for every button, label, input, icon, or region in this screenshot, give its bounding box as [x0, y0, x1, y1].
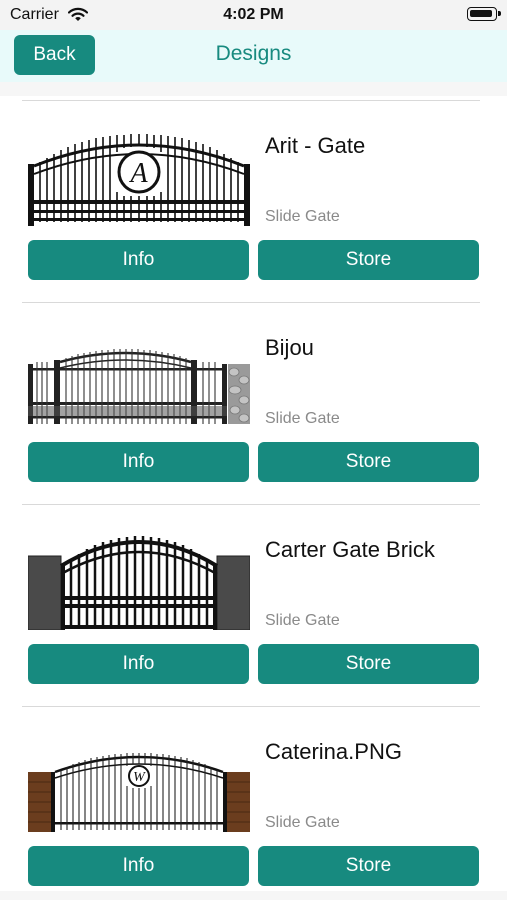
design-type: Slide Gate	[265, 612, 340, 629]
info-button[interactable]: Info	[28, 644, 249, 684]
info-button[interactable]: Info	[28, 846, 249, 886]
gate-thumbnail: A	[28, 134, 250, 226]
row-divider	[22, 706, 480, 707]
monogram-text: W	[133, 770, 146, 785]
list-item: Carter Gate Brick Slide Gate Info Store	[0, 504, 507, 706]
design-name: Carter Gate Brick	[265, 537, 435, 562]
design-type: Slide Gate	[265, 814, 340, 831]
design-name: Caterina.PNG	[265, 739, 402, 764]
monogram-text: A	[128, 158, 148, 189]
gate-thumbnail: W	[28, 753, 250, 832]
navigation-bar: Back Designs	[0, 30, 507, 82]
store-button[interactable]: Store	[258, 240, 479, 280]
design-type: Slide Gate	[265, 410, 340, 427]
design-name: Arit - Gate	[265, 133, 366, 158]
page-title: Designs	[215, 42, 292, 65]
gate-thumbnail	[28, 349, 250, 424]
design-type: Slide Gate	[265, 208, 340, 225]
battery-icon	[467, 7, 501, 21]
store-button[interactable]: Store	[258, 644, 479, 684]
list-item: Bijou Slide Gate Info Store	[0, 302, 507, 504]
design-name: Bijou	[265, 335, 314, 360]
list-item: A Arit - Gate Slide Gate Info Store	[0, 100, 507, 302]
designs-list[interactable]: A Arit - Gate Slide Gate Info Store Bijo…	[0, 96, 507, 891]
status-time: 4:02 PM	[223, 6, 284, 23]
row-divider	[22, 100, 480, 101]
gate-thumbnail	[28, 536, 250, 630]
status-bar: Carrier 4:02 PM	[0, 0, 507, 30]
row-divider	[22, 504, 480, 505]
store-button[interactable]: Store	[258, 442, 479, 482]
list-item: W Caterina.PNG Slide Gate Info Store	[0, 706, 507, 891]
row-divider	[22, 302, 480, 303]
info-button[interactable]: Info	[28, 240, 249, 280]
info-button[interactable]: Info	[28, 442, 249, 482]
store-button[interactable]: Store	[258, 846, 479, 886]
